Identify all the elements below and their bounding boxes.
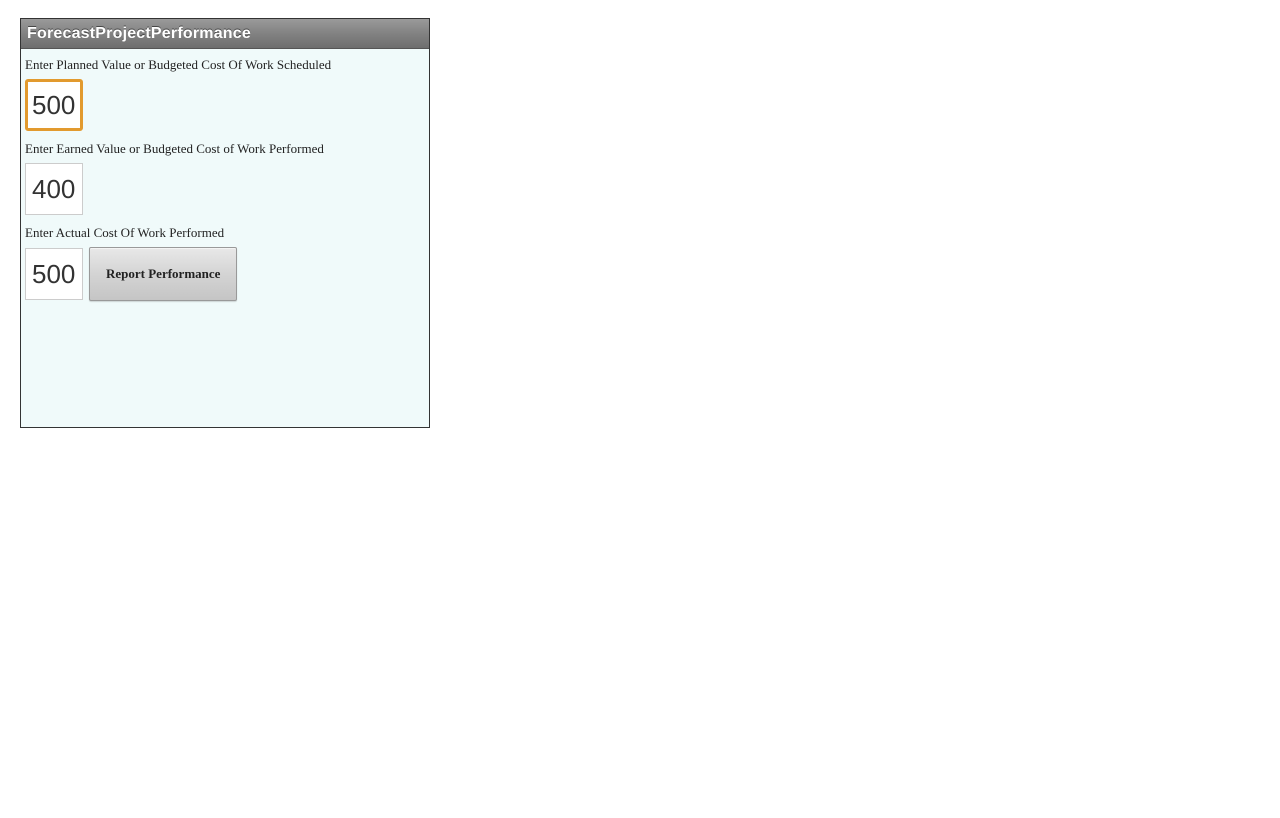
report-performance-button[interactable]: Report Performance (89, 247, 237, 301)
actual-cost-row: Report Performance (25, 247, 425, 301)
window-title: ForecastProjectPerformance (27, 25, 251, 43)
actual-cost-label: Enter Actual Cost Of Work Performed (25, 225, 425, 241)
planned-value-input[interactable] (25, 79, 83, 131)
content-area: Enter Planned Value or Budgeted Cost Of … (21, 49, 429, 427)
actual-cost-input[interactable] (25, 248, 83, 300)
earned-value-label: Enter Earned Value or Budgeted Cost of W… (25, 141, 425, 157)
earned-value-row (25, 163, 425, 215)
planned-value-row (25, 79, 425, 131)
planned-value-label: Enter Planned Value or Budgeted Cost Of … (25, 57, 425, 73)
title-bar: ForecastProjectPerformance (21, 19, 429, 49)
earned-value-input[interactable] (25, 163, 83, 215)
app-window: ForecastProjectPerformance Enter Planned… (20, 18, 430, 428)
